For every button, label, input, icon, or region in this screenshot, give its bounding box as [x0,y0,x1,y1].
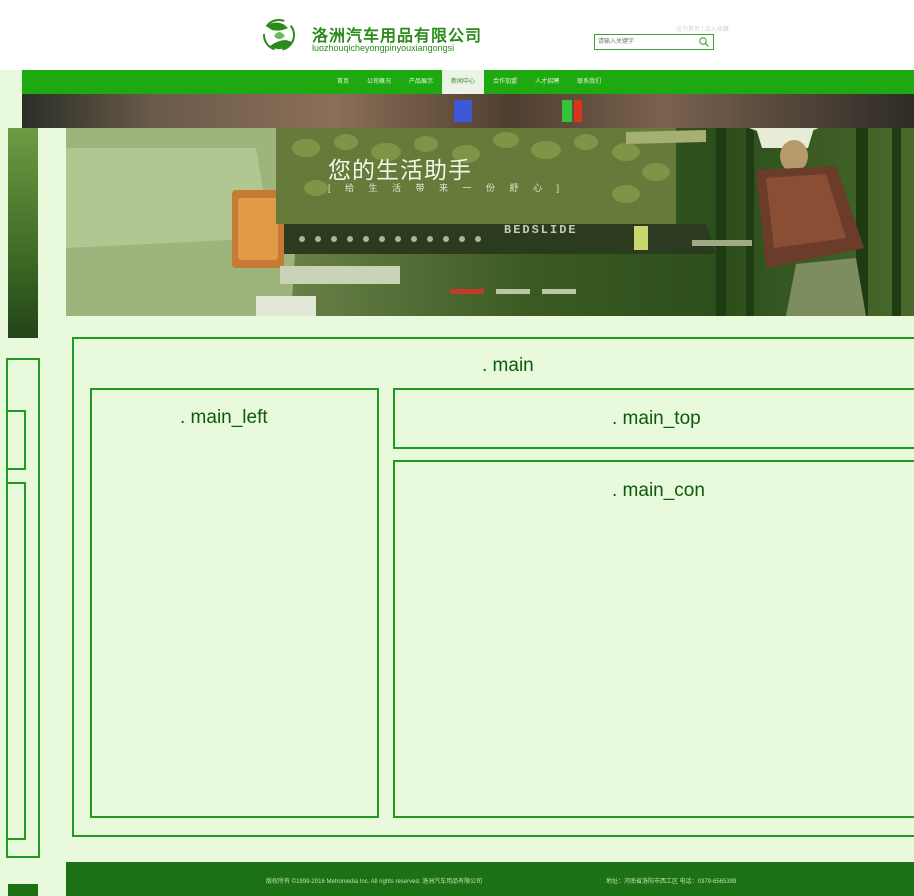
logo-icon[interactable] [258,14,300,56]
side-box-top [6,410,26,470]
nav-item-products[interactable]: 产品展示 [400,70,442,94]
slider-dot-2[interactable] [496,289,530,294]
slider-dot-3[interactable] [542,289,576,294]
slider-dot-1[interactable] [450,289,484,294]
search-input[interactable] [595,35,698,49]
nav-item-about[interactable]: 公司概况 [358,70,400,94]
hero-banner: 您的生活助手 [ 给 生 活 带 来 一 份 舒 心 ] BEDSLIDE [66,128,914,316]
hero-illustration [66,128,901,316]
search-box [594,34,714,50]
footer-side-block [8,884,38,896]
side-box-content [6,482,26,840]
main-con-box [393,460,914,818]
banner-color-chip [574,100,582,122]
site-footer: 版权所有 ©1999-2016 Metromedia Inc. All righ… [66,862,914,896]
left-image-strip [8,128,38,338]
product-label: BEDSLIDE [504,223,578,237]
main-con-label: . main_con [612,480,705,501]
slider-dots [450,289,576,294]
main-left-box [90,388,379,818]
banner-top-strip [22,94,914,128]
main-top-label: . main_top [612,408,701,429]
search-icon[interactable] [697,36,711,48]
brand-pinyin: luozhouqicheyongpinyouxiangongsi [312,43,455,53]
nav-item-home[interactable]: 首页 [328,70,358,94]
nav-item-news[interactable]: 新闻中心 [442,70,485,94]
site-header: 洛洲汽车用品有限公司 luozhouqicheyongpinyouxiangon… [0,0,914,70]
footer-copyright: 版权所有 ©1999-2016 Metromedia Inc. All righ… [266,879,483,885]
nav-item-jobs[interactable]: 人才招聘 [526,70,568,94]
hero-title: 您的生活助手 [328,157,472,183]
banner-color-chip [562,100,572,122]
top-links[interactable]: 设为首页 | 加入收藏 [676,24,729,33]
main-left-label: . main_left [180,407,268,428]
footer-contact: 地址：河南省洛阳市西工区 电话：0379-6565399 [606,879,737,885]
banner-color-chip [454,100,472,122]
nav-item-partners[interactable]: 合作加盟 [484,70,526,94]
hero-subtitle: [ 给 生 活 带 来 一 份 舒 心 ] [328,183,566,193]
main-label: . main [482,355,534,376]
main-nav: 首页 公司概况 产品展示 新闻中心 合作加盟 人才招聘 联系我们 [22,70,914,94]
nav-item-contact[interactable]: 联系我们 [568,70,610,94]
